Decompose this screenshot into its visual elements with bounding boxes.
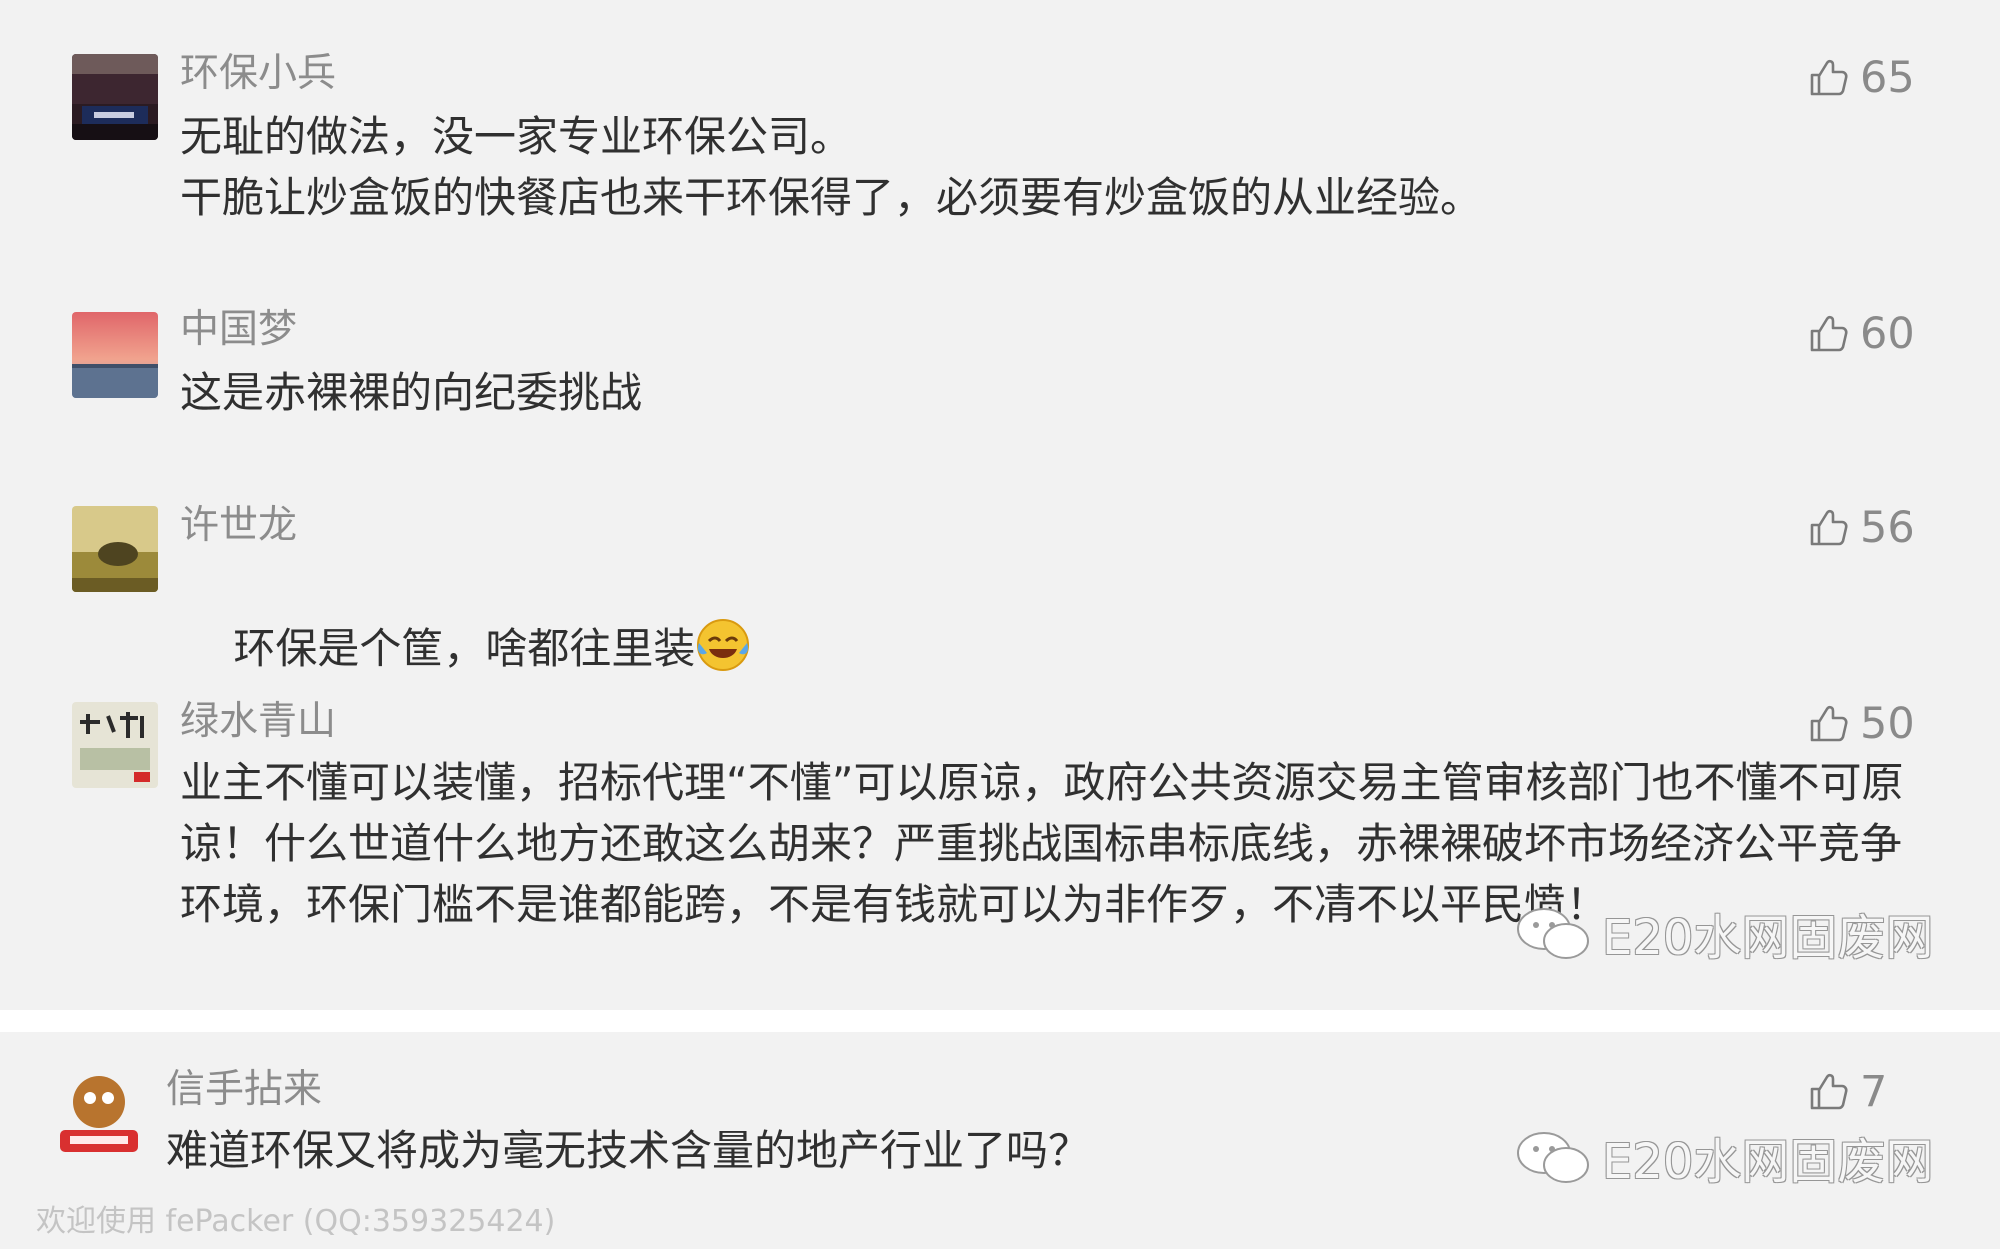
like-button[interactable]: 60 xyxy=(1806,308,1956,360)
watermark: E20水网固废网 xyxy=(1514,1122,1933,1192)
laughing-tears-emoji-icon xyxy=(695,617,751,673)
like-button[interactable]: 50 xyxy=(1806,698,1956,750)
like-button[interactable]: 65 xyxy=(1806,52,1956,104)
thumbs-up-icon xyxy=(1810,315,1848,352)
thumbs-up-icon xyxy=(1810,509,1848,546)
avatar-cartoon-badge-icon xyxy=(56,1072,142,1158)
avatar-sunset-sea-icon xyxy=(72,312,158,398)
thumbs-up-icon xyxy=(1810,705,1848,742)
comment-nickname[interactable]: 绿水青山 xyxy=(180,698,336,746)
comment-nickname[interactable]: 许世龙 xyxy=(180,502,297,550)
comment-text: 这是赤裸裸的向纪委挑战 xyxy=(180,368,643,417)
comment-nickname[interactable]: 中国梦 xyxy=(180,306,297,354)
like-count: 65 xyxy=(1860,53,1915,103)
thumbs-up-icon xyxy=(1810,59,1848,96)
wechat-icon xyxy=(1517,1132,1589,1183)
like-count: 60 xyxy=(1860,309,1915,359)
comment-text-content: 环保是个筐，啥都往里装 xyxy=(233,624,696,673)
avatar[interactable] xyxy=(72,312,158,398)
comment-text: 无耻的做法，没一家专业环保公司。 干脆让炒盒饭的快餐店也来干环保得了，必须要有炒… xyxy=(180,112,1483,222)
comment-nickname[interactable]: 环保小兵 xyxy=(180,50,336,98)
wechat-icon xyxy=(1517,908,1589,959)
thumbs-up-icon xyxy=(1810,1073,1848,1110)
avatar[interactable] xyxy=(72,702,158,788)
like-count: 7 xyxy=(1860,1067,1888,1117)
avatar-dark-stage-icon xyxy=(72,54,158,140)
watermark: E20水网固废网 xyxy=(1514,898,1933,968)
avatar-golden-field-icon xyxy=(72,506,158,592)
like-button[interactable]: 56 xyxy=(1806,502,1956,554)
comment-text: 环保是个筐，啥都往里装 xyxy=(180,556,1920,740)
like-count: 50 xyxy=(1860,699,1915,749)
footer-credit: 欢迎使用 fePacker (QQ:359325424) xyxy=(36,1204,556,1239)
avatar[interactable] xyxy=(56,1072,142,1158)
watermark-text: E20水网固废网 xyxy=(1602,1134,1934,1190)
avatar[interactable] xyxy=(72,506,158,592)
like-button[interactable]: 7 xyxy=(1806,1066,1956,1118)
avatar[interactable] xyxy=(72,54,158,140)
comment-nickname[interactable]: 信手拈来 xyxy=(166,1066,322,1114)
like-count: 56 xyxy=(1860,503,1915,553)
watermark-text: E20水网固废网 xyxy=(1602,910,1934,966)
avatar-calligraphy-icon xyxy=(72,702,158,788)
